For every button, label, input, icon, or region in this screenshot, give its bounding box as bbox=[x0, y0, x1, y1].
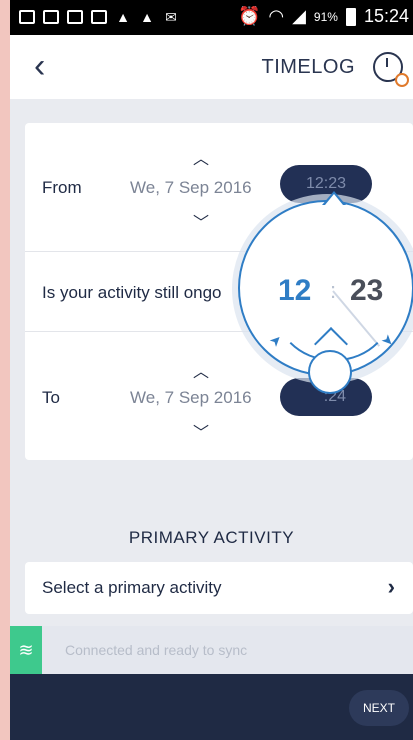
battery-icon bbox=[345, 7, 356, 26]
phone-screen: ▲ ▲ ✉ ⏰ ◠ ◢ 91% 15:24 ‹ TIMELOG ︿ From W… bbox=[10, 0, 413, 740]
next-button[interactable]: NEXT bbox=[349, 690, 409, 726]
chevron-right-icon: › bbox=[387, 574, 395, 599]
from-label: From bbox=[42, 178, 82, 197]
from-date-up-chevron-icon[interactable]: ︿ bbox=[193, 145, 209, 169]
gmail-icon bbox=[66, 8, 84, 26]
notification-icons: ▲ ▲ ✉ bbox=[18, 8, 180, 26]
p-app-icon bbox=[42, 8, 60, 26]
to-date-down-chevron-icon[interactable]: ﹀ bbox=[193, 419, 209, 443]
mail-icon: ✉ bbox=[165, 8, 177, 25]
drag-handle[interactable] bbox=[308, 350, 352, 394]
clock-time: 15:24 bbox=[363, 6, 409, 26]
back-chevron-icon[interactable]: ‹ bbox=[34, 49, 45, 83]
warning-icon: ▲ bbox=[116, 9, 130, 25]
to-label: To bbox=[42, 388, 60, 407]
ongoing-question: Is your activity still ongo bbox=[42, 283, 222, 302]
notification-icon bbox=[18, 8, 36, 26]
from-date-down-chevron-icon[interactable]: ﹀ bbox=[193, 209, 209, 233]
clock-badge-icon bbox=[395, 73, 409, 87]
wifi-icon: ≋ bbox=[10, 626, 42, 674]
primary-activity-heading: PRIMARY ACTIVITY bbox=[128, 528, 295, 547]
status-bar: ▲ ▲ ✉ ⏰ ◠ ◢ 91% 15:24 bbox=[10, 0, 413, 35]
image-icon bbox=[90, 8, 108, 26]
clock-picker[interactable]: 12 : 23 ➤ ➤ bbox=[232, 184, 413, 404]
alarm-icon: ⏰ bbox=[237, 6, 261, 26]
app-header: ‹ TIMELOG bbox=[10, 35, 413, 99]
system-status: ⏰ ◠ ◢ 91% 15:24 bbox=[238, 6, 409, 27]
signal-icon: ◢ bbox=[292, 6, 306, 26]
select-primary-activity-button[interactable]: Select a primary activity › bbox=[25, 562, 413, 614]
page-title: TIMELOG bbox=[261, 56, 355, 78]
footer-bar: NEXT bbox=[10, 674, 413, 740]
wifi-icon: ◠ bbox=[268, 6, 285, 26]
warning-icon: ▲ bbox=[140, 9, 154, 25]
battery-percent: 91% bbox=[313, 9, 338, 24]
sync-status-text: Connected and ready to sync bbox=[65, 642, 248, 658]
to-date-up-chevron-icon[interactable]: ︿ bbox=[193, 358, 209, 382]
sync-status-bar: ≋ Connected and ready to sync bbox=[10, 626, 413, 674]
select-activity-label: Select a primary activity bbox=[42, 578, 222, 597]
